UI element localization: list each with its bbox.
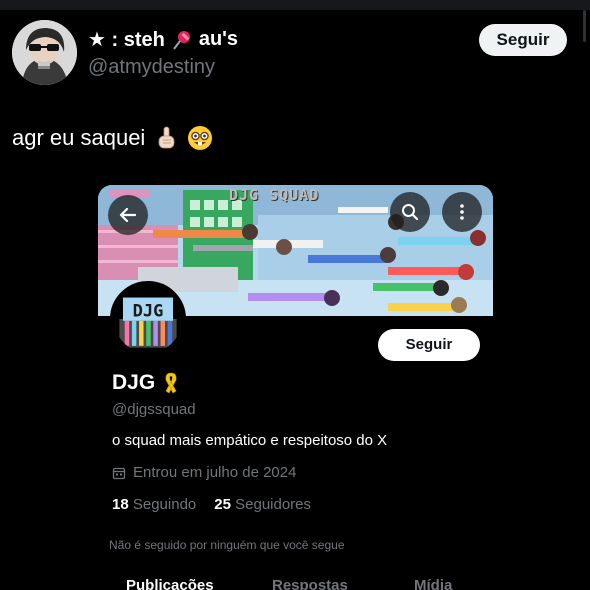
more-vertical-icon — [460, 204, 464, 220]
profile-card-screenshot: DJG SQUAD DJG Seguir DJG @djgssquad o sq… — [98, 185, 493, 590]
not-followed-note: Não é seguido por ninguém que você segue — [109, 538, 345, 552]
scroll-indicator — [583, 10, 586, 42]
author-display-name-suffix: au's — [198, 28, 239, 50]
following-label: Seguindo — [132, 496, 197, 513]
profile-name-text: DJG — [112, 371, 156, 394]
profile-tabs: Publicações Respostas Mídia — [98, 577, 493, 590]
back-button[interactable] — [108, 195, 148, 235]
calendar-icon — [112, 467, 126, 479]
top-status-strip — [0, 0, 590, 42]
search-icon — [402, 204, 419, 221]
profile-bio: o squad mais empático e respeitoso do X — [112, 432, 388, 449]
banner-title: DJG SQUAD — [229, 186, 320, 204]
profile-joined-text: Entrou em julho de 2024 — [133, 464, 297, 481]
author-display-name[interactable]: ★ : steh au's — [88, 27, 238, 52]
arrow-left-icon — [119, 207, 137, 223]
tweet-text: agr eu saquei — [12, 125, 213, 151]
author-display-name-prefix: ★ : steh — [88, 29, 165, 51]
profile-name: DJG — [112, 371, 181, 395]
profile-joined-date: Entrou em julho de 2024 — [112, 464, 296, 481]
followers-count: 25 — [214, 496, 231, 513]
tab-publicacoes[interactable]: Publicações — [126, 577, 214, 590]
more-options-button[interactable] — [442, 192, 482, 232]
search-button[interactable] — [390, 192, 430, 232]
profile-follow-button[interactable]: Seguir — [378, 329, 480, 361]
yellow-ribbon-icon — [161, 371, 181, 395]
profile-avatar[interactable]: DJG — [110, 281, 186, 357]
following-link[interactable]: 18 Seguindo — [112, 496, 196, 513]
tab-respostas[interactable]: Respostas — [272, 577, 348, 590]
pushpin-icon — [171, 29, 193, 51]
svg-text:DJG: DJG — [133, 301, 164, 321]
follow-button[interactable]: Seguir — [479, 24, 567, 56]
author-avatar[interactable] — [12, 20, 77, 85]
profile-stats: 18 Seguindo 25 Seguidores — [112, 496, 311, 513]
tab-midia[interactable]: Mídia — [414, 577, 452, 590]
author-username[interactable]: @atmydestiny — [88, 56, 215, 79]
nerd-face-emoji-icon — [187, 125, 213, 151]
following-count: 18 — [112, 496, 129, 513]
tweet-text-content: agr eu saquei — [12, 125, 146, 150]
followers-link[interactable]: 25 Seguidores — [214, 496, 311, 513]
index-pointing-up-emoji-icon — [153, 125, 179, 151]
followers-label: Seguidores — [235, 496, 312, 513]
profile-handle: @djgssquad — [112, 401, 196, 418]
